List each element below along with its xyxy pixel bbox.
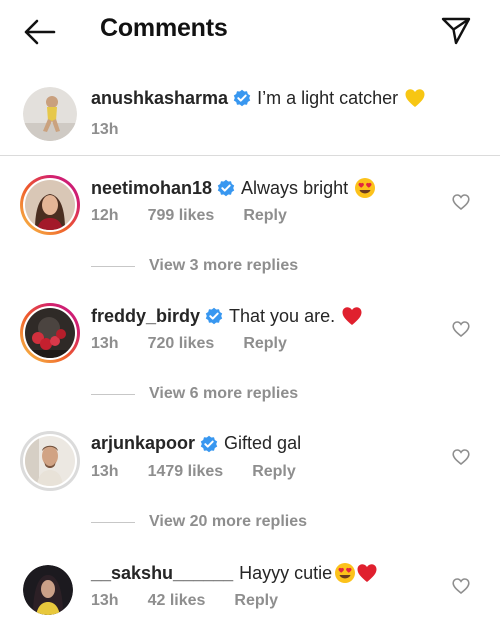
avatar[interactable] xyxy=(23,87,77,141)
likes-count[interactable]: 720 likes xyxy=(148,335,215,353)
comment-text: That you are. xyxy=(229,305,336,326)
avatar[interactable] xyxy=(20,303,80,363)
post-caption: anushkasharma I’m a light catcher 13h xyxy=(0,78,500,154)
divider xyxy=(91,521,135,523)
comment-text: Gifted gal xyxy=(224,433,302,453)
timestamp: 13h xyxy=(91,335,119,352)
back-arrow-icon[interactable] xyxy=(22,16,58,48)
avatar[interactable] xyxy=(23,565,73,615)
view-replies-button[interactable]: View 6 more replies xyxy=(91,385,298,403)
likes-count[interactable]: 1479 likes xyxy=(148,463,224,481)
reply-button[interactable]: Reply xyxy=(234,592,278,610)
page-title: Comments xyxy=(100,14,228,42)
comment-text: Always bright xyxy=(241,177,349,198)
username[interactable]: neetimohan18 xyxy=(91,178,212,199)
view-replies-label: View 6 more replies xyxy=(149,385,299,402)
verified-badge-icon xyxy=(217,179,235,197)
view-replies-label: View 20 more replies xyxy=(149,513,308,530)
reply-button[interactable]: Reply xyxy=(243,207,287,225)
red-heart-icon xyxy=(356,562,378,584)
like-heart-icon[interactable] xyxy=(452,577,470,595)
verified-badge-icon xyxy=(200,435,218,453)
like-heart-icon[interactable] xyxy=(452,193,470,211)
red-heart-icon xyxy=(341,305,363,327)
reply-button[interactable]: Reply xyxy=(243,335,287,353)
verified-badge-icon xyxy=(205,307,223,325)
send-icon[interactable] xyxy=(440,14,472,46)
divider xyxy=(0,155,500,156)
timestamp: 12h xyxy=(91,207,119,224)
reply-button[interactable]: Reply xyxy=(252,463,296,481)
avatar[interactable] xyxy=(20,175,80,235)
timestamp: 13h xyxy=(91,121,119,138)
divider xyxy=(91,393,135,395)
avatar[interactable] xyxy=(20,431,80,491)
likes-count[interactable]: 799 likes xyxy=(148,207,215,225)
heart-eyes-emoji-icon xyxy=(334,562,356,584)
verified-badge-icon xyxy=(233,89,251,107)
username[interactable]: __sakshu______ xyxy=(91,563,233,584)
view-replies-button[interactable]: View 20 more replies xyxy=(91,513,307,531)
like-heart-icon[interactable] xyxy=(452,320,470,338)
header: Comments xyxy=(0,0,500,62)
username[interactable]: anushkasharma xyxy=(91,88,228,109)
view-replies-button[interactable]: View 3 more replies xyxy=(91,257,298,275)
timestamp: 13h xyxy=(91,463,119,480)
username[interactable]: arjunkapoor xyxy=(91,433,195,454)
divider xyxy=(91,265,135,267)
comment-text: Hayyy cutie xyxy=(239,562,333,583)
username[interactable]: freddy_birdy xyxy=(91,306,200,327)
caption-text: I’m a light catcher xyxy=(257,87,399,108)
yellow-heart-icon xyxy=(404,87,426,109)
heart-eyes-emoji-icon xyxy=(354,177,376,199)
likes-count[interactable]: 42 likes xyxy=(148,592,206,610)
like-heart-icon[interactable] xyxy=(452,448,470,466)
view-replies-label: View 3 more replies xyxy=(149,257,299,274)
timestamp: 13h xyxy=(91,592,119,609)
